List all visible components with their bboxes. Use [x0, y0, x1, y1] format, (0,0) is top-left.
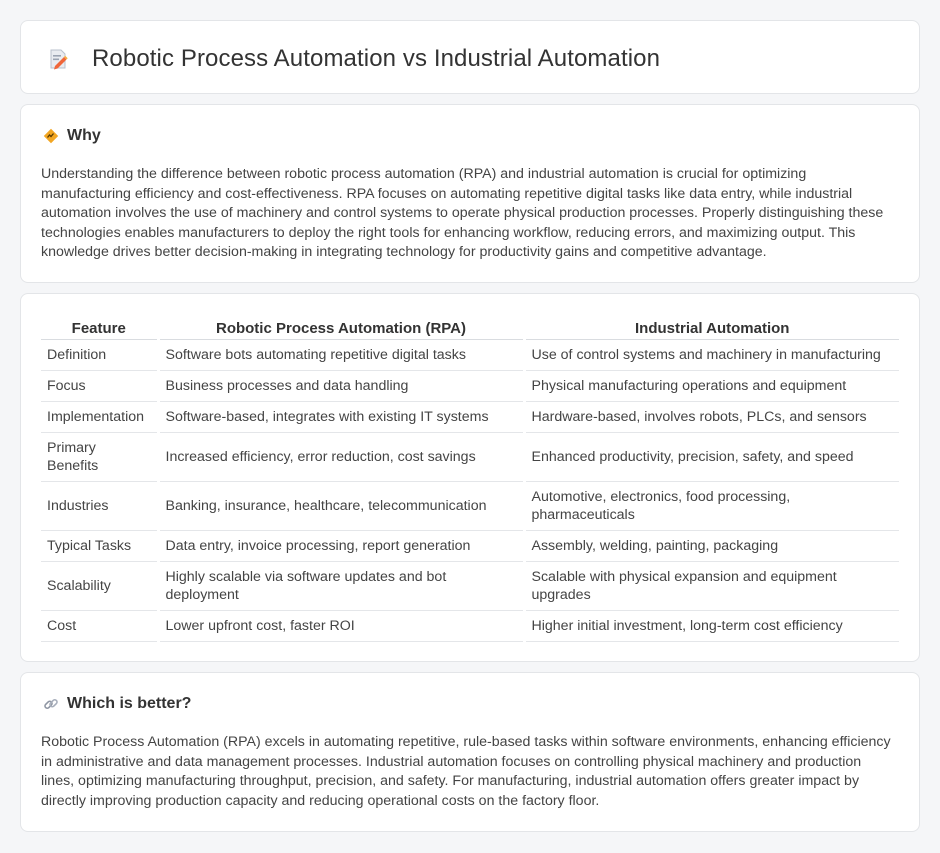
- rpa-cell: Software bots automating repetitive digi…: [156, 339, 524, 371]
- column-header-rpa: Robotic Process Automation (RPA): [156, 315, 524, 340]
- rpa-cell: Highly scalable via software updates and…: [156, 561, 524, 611]
- industrial-cell: Physical manufacturing operations and eq…: [522, 370, 899, 402]
- feature-cell: Typical Tasks: [41, 530, 158, 562]
- link-icon: [43, 696, 59, 712]
- rpa-cell: Increased efficiency, error reduction, c…: [156, 432, 524, 482]
- comparison-table: Feature Robotic Process Automation (RPA)…: [41, 315, 899, 642]
- rpa-cell: Software-based, integrates with existing…: [156, 401, 524, 433]
- industrial-cell: Hardware-based, involves robots, PLCs, a…: [522, 401, 899, 433]
- industrial-cell: Enhanced productivity, precision, safety…: [522, 432, 899, 482]
- table-header-row: Feature Robotic Process Automation (RPA)…: [41, 315, 899, 340]
- comparison-section: Feature Robotic Process Automation (RPA)…: [20, 293, 920, 662]
- industrial-cell: Automotive, electronics, food processing…: [522, 481, 899, 531]
- rpa-cell: Data entry, invoice processing, report g…: [156, 530, 524, 562]
- feature-cell: Cost: [41, 610, 158, 642]
- better-heading-row: Which is better?: [43, 695, 191, 713]
- feature-cell: Focus: [41, 370, 158, 402]
- industrial-cell: Assembly, welding, painting, packaging: [522, 530, 899, 562]
- table-row: Implementation Software-based, integrate…: [41, 401, 899, 433]
- feature-cell: Primary Benefits: [41, 432, 158, 482]
- why-section: Why Understanding the difference between…: [20, 104, 920, 283]
- table-row: Scalability Highly scalable via software…: [41, 561, 899, 611]
- table-row: Typical Tasks Data entry, invoice proces…: [41, 530, 899, 562]
- better-heading: Which is better?: [67, 695, 192, 712]
- page-title: Robotic Process Automation vs Industrial…: [92, 45, 661, 72]
- table-row: Definition Software bots automating repe…: [41, 339, 899, 371]
- rpa-cell: Banking, insurance, healthcare, telecomm…: [156, 481, 524, 531]
- feature-cell: Definition: [41, 339, 158, 371]
- title-card: Robotic Process Automation vs Industrial…: [20, 20, 920, 94]
- rpa-cell: Lower upfront cost, faster ROI: [156, 610, 524, 642]
- table-row: Industries Banking, insurance, healthcar…: [41, 481, 899, 531]
- column-header-feature: Feature: [41, 315, 158, 340]
- diamond-sign-icon: [43, 128, 59, 144]
- which-is-better-section: Which is better? Robotic Process Automat…: [20, 672, 920, 832]
- why-heading-row: Why: [43, 127, 101, 145]
- column-header-industrial: Industrial Automation: [522, 315, 899, 340]
- industrial-cell: Higher initial investment, long-term cos…: [522, 610, 899, 642]
- table-row: Focus Business processes and data handli…: [41, 370, 899, 402]
- why-heading: Why: [67, 127, 101, 144]
- feature-cell: Implementation: [41, 401, 158, 433]
- table-row: Cost Lower upfront cost, faster ROI High…: [41, 610, 899, 642]
- document-pen-icon: [47, 48, 69, 70]
- industrial-cell: Scalable with physical expansion and equ…: [522, 561, 899, 611]
- table-row: Primary Benefits Increased efficiency, e…: [41, 432, 899, 482]
- rpa-cell: Business processes and data handling: [156, 370, 524, 402]
- feature-cell: Scalability: [41, 561, 158, 611]
- feature-cell: Industries: [41, 481, 158, 531]
- title-row: Robotic Process Automation vs Industrial…: [47, 45, 660, 73]
- why-text: Understanding the difference between rob…: [41, 166, 884, 261]
- industrial-cell: Use of control systems and machinery in …: [522, 339, 899, 371]
- better-text: Robotic Process Automation (RPA) excels …: [41, 734, 891, 809]
